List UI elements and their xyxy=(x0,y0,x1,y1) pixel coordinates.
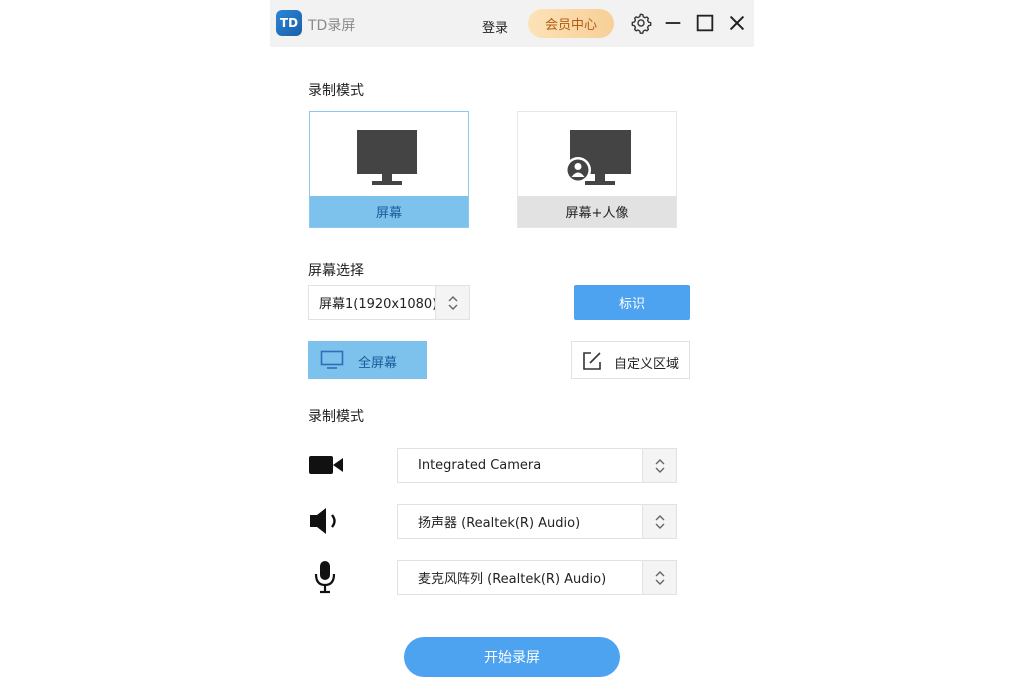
mode-card-screen-person[interactable]: 屏幕+人像 xyxy=(517,111,677,228)
updown-chevron-icon xyxy=(448,295,457,310)
record-mode-heading: 录制模式 xyxy=(308,83,364,99)
microphone-select-stepper[interactable] xyxy=(642,561,676,594)
updown-chevron-icon xyxy=(655,570,664,585)
microphone-icon xyxy=(314,561,336,594)
custom-area-button[interactable]: 自定义区域 xyxy=(571,341,690,379)
app-title: TD录屏 xyxy=(308,18,356,34)
close-icon[interactable] xyxy=(726,12,748,34)
mode-card-screen[interactable]: 屏幕 xyxy=(309,111,469,228)
app-logo-icon: TD xyxy=(276,10,302,36)
camera-select[interactable]: Integrated Camera xyxy=(397,448,677,483)
speaker-icon xyxy=(310,508,336,534)
identify-button[interactable]: 标识 xyxy=(574,285,690,320)
vip-center-button[interactable]: 会员中心 xyxy=(528,9,614,38)
app-window: TD TD录屏 登录 会员中心 录制模式 屏幕 屏幕+人像 屏幕选择 屏幕1(1… xyxy=(270,0,754,700)
camera-select-value: Integrated Camera xyxy=(418,458,542,473)
monitor-person-icon xyxy=(565,130,631,185)
updown-chevron-icon xyxy=(655,514,664,529)
minimize-icon[interactable] xyxy=(662,12,684,34)
edit-square-icon xyxy=(583,352,601,370)
speaker-select-stepper[interactable] xyxy=(642,505,676,538)
camera-select-stepper[interactable] xyxy=(642,449,676,482)
maximize-icon[interactable] xyxy=(694,12,716,34)
fullscreen-button-label: 全屏幕 xyxy=(358,356,398,371)
camera-icon xyxy=(309,456,343,474)
speaker-select[interactable]: 扬声器 (Realtek(R) Audio) xyxy=(397,504,677,539)
mode-card-screen-person-label: 屏幕+人像 xyxy=(518,196,676,227)
monitor-outline-icon xyxy=(320,350,344,369)
start-recording-button[interactable]: 开始录屏 xyxy=(404,637,620,677)
title-bar: TD TD录屏 登录 会员中心 xyxy=(270,0,754,47)
fullscreen-button[interactable]: 全屏幕 xyxy=(308,341,427,379)
custom-area-button-label: 自定义区域 xyxy=(614,357,680,372)
screen-select-dropdown[interactable]: 屏幕1(1920x1080) xyxy=(308,285,470,320)
screen-select-value: 屏幕1(1920x1080) xyxy=(319,297,438,312)
microphone-select-value: 麦克风阵列 (Realtek(R) Audio) xyxy=(418,572,607,587)
mode-card-screen-label: 屏幕 xyxy=(310,196,468,227)
settings-gear-icon[interactable] xyxy=(630,12,652,34)
updown-chevron-icon xyxy=(655,458,664,473)
login-button[interactable]: 登录 xyxy=(482,17,508,36)
screen-select-stepper[interactable] xyxy=(435,286,469,319)
screen-select-heading: 屏幕选择 xyxy=(308,263,364,279)
speaker-select-value: 扬声器 (Realtek(R) Audio) xyxy=(418,516,581,531)
microphone-select[interactable]: 麦克风阵列 (Realtek(R) Audio) xyxy=(397,560,677,595)
monitor-icon xyxy=(357,130,417,185)
devices-heading: 录制模式 xyxy=(308,409,364,425)
